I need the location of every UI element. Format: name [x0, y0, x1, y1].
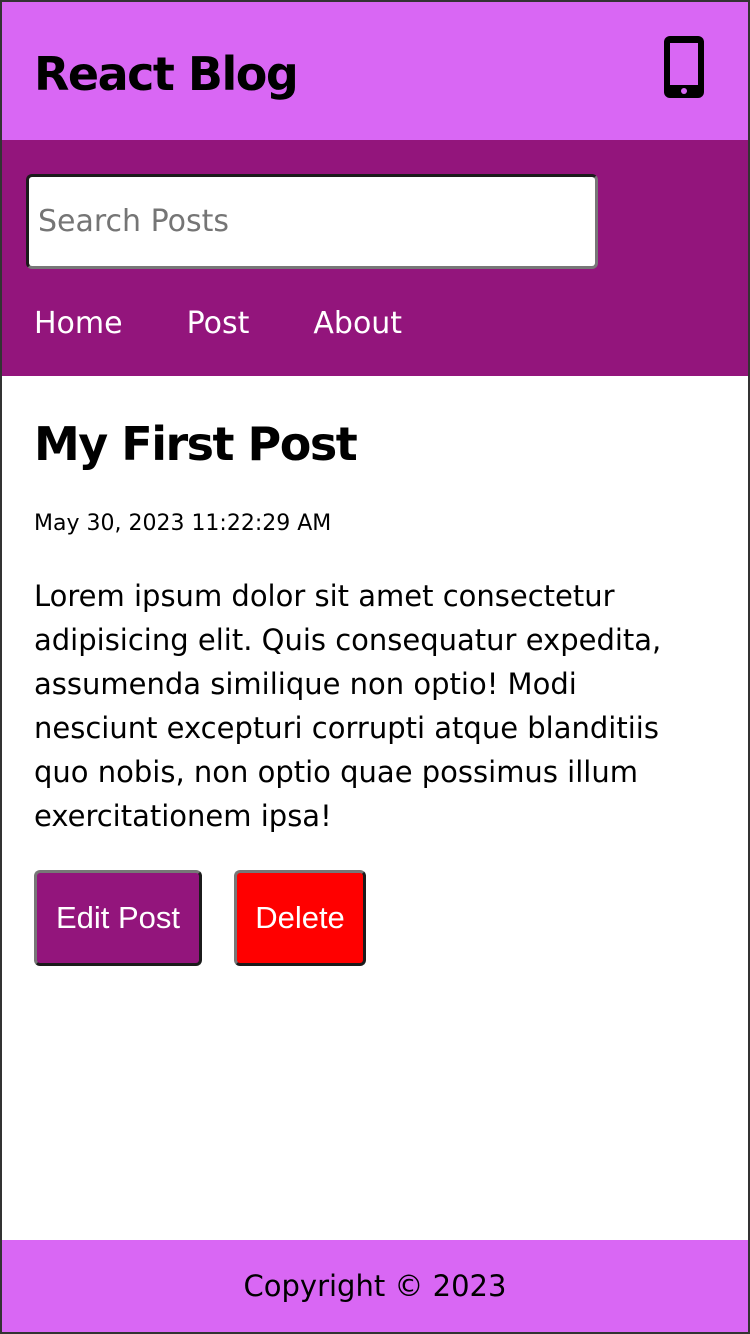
mobile-phone-icon	[664, 36, 704, 98]
post-body: Lorem ipsum dolor sit amet consectetur a…	[34, 579, 662, 833]
nav-link-home[interactable]: Home	[34, 302, 123, 346]
navigation-bar: Home Post About	[2, 140, 748, 376]
nav-link-about[interactable]: About	[313, 302, 402, 346]
post-page: My First Post May 30, 2023 11:22:29 AM L…	[2, 376, 748, 1240]
site-header: React Blog	[2, 2, 748, 140]
nav-links: Home Post About	[34, 302, 466, 346]
search-input[interactable]	[29, 177, 595, 266]
site-footer: Copyright © 2023	[2, 1240, 748, 1332]
app-frame: React Blog Home Post About My First Post…	[0, 0, 750, 1334]
post-datetime: May 30, 2023 11:22:29 AM	[34, 511, 332, 536]
copyright-text: Copyright © 2023	[243, 1269, 507, 1303]
site-title: React Blog	[34, 47, 299, 101]
nav-link-post[interactable]: Post	[187, 302, 250, 346]
search-form	[26, 174, 598, 269]
delete-post-button[interactable]: Delete	[234, 870, 366, 966]
post-title: My First Post	[34, 417, 358, 471]
edit-post-button[interactable]: Edit Post	[34, 870, 202, 966]
